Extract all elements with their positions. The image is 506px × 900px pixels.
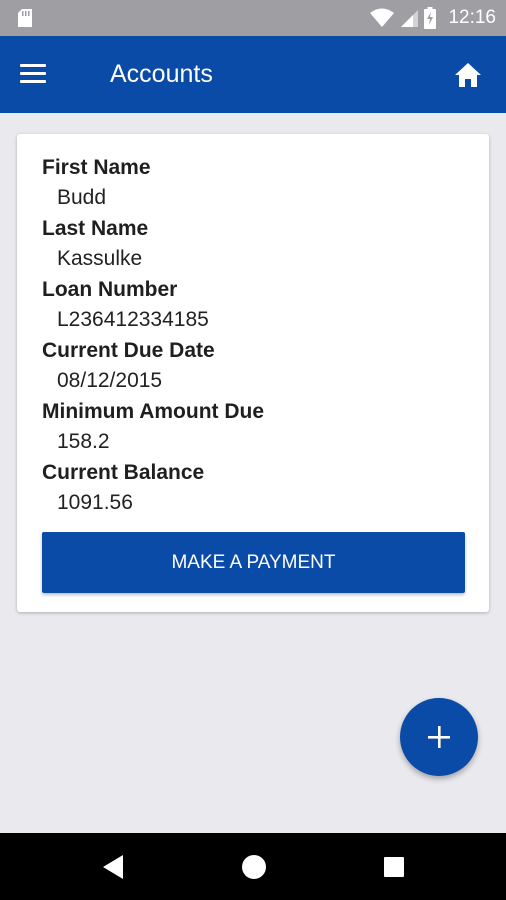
wifi-icon — [370, 8, 395, 27]
status-bar: 12:16 — [0, 0, 506, 36]
current-due-date-value: 08/12/2015 — [57, 369, 163, 392]
add-fab-button[interactable] — [400, 698, 478, 776]
app-bar: Accounts — [0, 36, 506, 113]
current-due-date-label: Current Due Date — [42, 339, 215, 362]
home-icon[interactable] — [454, 62, 482, 88]
battery-charging-icon — [424, 7, 437, 29]
page-title: Accounts — [110, 60, 213, 88]
first-name-value: Budd — [57, 186, 107, 209]
plus-icon — [428, 726, 450, 748]
back-icon[interactable] — [103, 855, 123, 879]
last-name-value: Kassulke — [57, 247, 143, 270]
make-payment-button[interactable]: MAKE A PAYMENT — [42, 532, 465, 593]
sim-card-icon — [18, 9, 32, 27]
navigation-bar — [0, 833, 506, 900]
last-name-label: Last Name — [42, 217, 149, 240]
loan-number-label: Loan Number — [42, 278, 178, 301]
account-card: First Name Budd Last Name Kassulke Loan … — [17, 134, 489, 612]
signal-icon — [401, 10, 419, 27]
first-name-label: First Name — [42, 156, 151, 179]
current-balance-value: 1091.56 — [57, 491, 133, 514]
loan-number-value: L236412334185 — [57, 308, 209, 331]
minimum-amount-due-label: Minimum Amount Due — [42, 400, 265, 423]
recents-icon[interactable] — [384, 857, 404, 877]
current-balance-label: Current Balance — [42, 461, 205, 484]
home-circle-icon[interactable] — [242, 855, 266, 879]
status-time: 12:16 — [448, 7, 496, 28]
minimum-amount-due-value: 158.2 — [57, 430, 110, 453]
hamburger-menu-icon[interactable] — [20, 64, 48, 86]
